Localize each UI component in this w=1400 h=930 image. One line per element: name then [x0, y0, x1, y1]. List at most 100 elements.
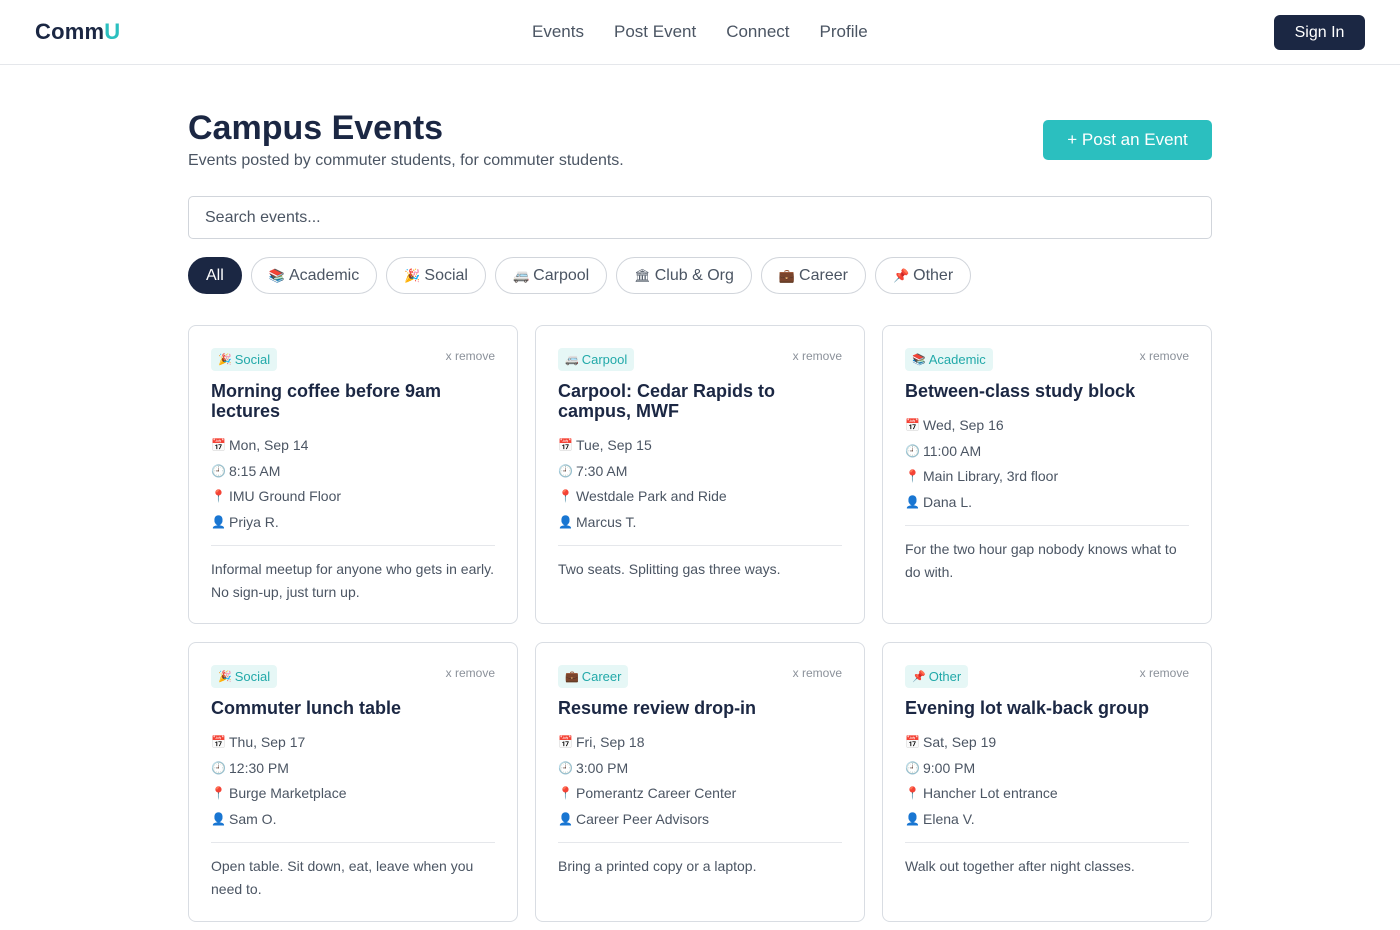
event-card: 💼 Career x remove Resume review drop-in 📅 Fri…	[535, 642, 865, 922]
main-content: Campus Events Events posted by commuter …	[188, 108, 1212, 922]
event-card: 📌 Other x remove Evening lot walk-back grou…	[882, 642, 1212, 922]
post-event-button[interactable]: + Post an Event	[1043, 120, 1212, 160]
clock-icon: 🕘	[905, 760, 920, 775]
remove-event-button[interactable]: x remove	[1140, 349, 1189, 363]
person-icon: 👤	[211, 811, 226, 826]
calendar-icon: 📅	[558, 437, 573, 452]
remove-event-button[interactable]: x remove	[446, 666, 495, 680]
filter-chip-label: Academic	[288, 266, 360, 284]
clock-icon: 🕘	[558, 760, 573, 775]
filter-chip-label: Carpool	[533, 266, 590, 284]
filter-chip-career[interactable]: 💼 Career	[760, 257, 866, 294]
category-emoji-icon: 💼	[565, 671, 579, 683]
event-date-row: 📅 Mon, Sep 14	[211, 432, 495, 458]
event-title: Carpool: Cedar Rapids to campus, MWF	[558, 381, 776, 421]
event-card: 🚐 Carpool x remove Carpool: Cedar Rapids to…	[535, 325, 865, 624]
event-time: 9:00 PM	[923, 759, 976, 776]
nav-events[interactable]: Events	[532, 22, 584, 42]
event-title: Between-class study block	[905, 381, 1136, 401]
event-meta: 📅 Fri, Sep 18 🕘 3:00 PM 📍 Pomerantz Career Ce…	[558, 729, 842, 832]
event-card: 🎉 Social x remove Commuter lunch table 📅 Thu,…	[188, 642, 518, 922]
event-time-row: 🕘 8:15 AM	[211, 458, 495, 484]
remove-event-button[interactable]: x remove	[793, 349, 842, 363]
event-host: Career Peer Advisors	[576, 810, 710, 827]
event-location: IMU Ground Floor	[229, 488, 342, 505]
event-location: Main Library, 3rd floor	[923, 468, 1059, 485]
person-icon: 👤	[905, 811, 920, 826]
category-tag: 🎉 Social	[211, 348, 278, 371]
filter-chip-academic[interactable]: 📚 Academic	[250, 257, 378, 294]
category-tag: 🎉 Social	[211, 665, 278, 688]
event-time-row: 🕘 7:30 AM	[558, 458, 842, 484]
filter-chip-carpool[interactable]: 🚐 Carpool	[494, 257, 608, 294]
event-host-row: 👤 Sam O.	[211, 806, 495, 832]
card-divider	[558, 841, 842, 843]
person-icon: 👤	[558, 514, 573, 529]
event-location: Westdale Park and Ride	[576, 488, 727, 505]
event-date: Sat, Sep 19	[923, 733, 997, 750]
filter-emoji-icon: 📚	[268, 267, 285, 283]
category-tag-label: Other	[928, 669, 962, 684]
event-time-row: 🕘 12:30 PM	[211, 755, 495, 781]
event-host: Dana L.	[923, 493, 973, 510]
nav-post-event[interactable]: Post Event	[614, 22, 696, 42]
event-location: Pomerantz Career Center	[576, 785, 737, 802]
filter-emoji-icon: 🏛	[634, 267, 651, 283]
event-time: 8:15 AM	[229, 462, 281, 479]
event-meta: 📅 Mon, Sep 14 🕘 8:15 AM 📍 IMU Ground Floor 👤 Pr…	[211, 432, 495, 535]
filter-chip-label: Career	[799, 266, 848, 284]
remove-event-button[interactable]: x remove	[793, 666, 842, 680]
calendar-icon: 📅	[905, 417, 920, 432]
event-title: Commuter lunch table	[211, 698, 402, 718]
main-nav: Events Post Event Connect Profile	[532, 22, 868, 42]
filter-chip-all[interactable]: All	[188, 257, 242, 294]
filter-chip-club-org[interactable]: 🏛 Club & Org	[616, 257, 752, 294]
category-emoji-icon: 🎉	[218, 354, 232, 366]
category-emoji-icon: 📌	[912, 671, 926, 683]
location-pin-icon: 📍	[211, 489, 226, 504]
calendar-icon: 📅	[211, 437, 226, 452]
app-logo[interactable]: CommU	[35, 19, 120, 45]
event-meta: 📅 Wed, Sep 16 🕘 11:00 AM 📍 Main Library, 3rd …	[905, 412, 1189, 515]
location-pin-icon: 📍	[905, 469, 920, 484]
category-tag: 📌 Other	[905, 665, 969, 688]
event-host-row: 👤 Priya R.	[211, 509, 495, 535]
sign-in-button[interactable]: Sign In	[1274, 15, 1365, 50]
category-tag-label: Social	[234, 352, 271, 367]
remove-event-button[interactable]: x remove	[1140, 666, 1189, 680]
event-meta: 📅 Thu, Sep 17 🕘 12:30 PM 📍 Burge Marketplace 👤…	[211, 729, 495, 832]
location-pin-icon: 📍	[558, 489, 573, 504]
event-date: Fri, Sep 18	[576, 733, 645, 750]
clock-icon: 🕘	[211, 463, 226, 478]
event-date: Wed, Sep 16	[923, 416, 1004, 433]
event-time: 12:30 PM	[229, 759, 289, 776]
event-title: Evening lot walk-back group	[905, 698, 1150, 718]
filter-emoji-icon: 💼	[778, 267, 796, 283]
remove-event-button[interactable]: x remove	[446, 349, 495, 363]
filter-emoji-icon: 🚐	[512, 267, 530, 283]
filter-chip-label: All	[206, 266, 224, 284]
event-host-row: 👤 Marcus T.	[558, 509, 842, 535]
clock-icon: 🕘	[211, 760, 226, 775]
event-location: Hancher Lot entrance	[923, 785, 1058, 802]
event-description: Walk out together after night classes.	[905, 857, 1135, 874]
event-time: 7:30 AM	[576, 462, 628, 479]
event-description: Informal meetup for anyone who gets in e…	[211, 560, 495, 600]
event-card: 🎉 Social x remove Morning coffee before 9am…	[188, 325, 518, 624]
nav-profile[interactable]: Profile	[820, 22, 868, 42]
filter-chip-social[interactable]: 🎉 Social	[386, 257, 486, 294]
card-divider	[558, 544, 842, 546]
event-title: Morning coffee before 9am lectures	[211, 381, 442, 421]
event-host: Elena V.	[923, 810, 975, 827]
filter-chip-other[interactable]: 📌 Other	[874, 257, 972, 294]
nav-connect[interactable]: Connect	[726, 22, 789, 42]
event-location-row: 📍 Pomerantz Career Center	[558, 780, 842, 806]
category-filters: All 📚 Academic 🎉 Social 🚐 Carpool 🏛 Club & Org 💼 C…	[188, 257, 972, 294]
location-pin-icon: 📍	[905, 786, 920, 801]
event-date-row: 📅 Fri, Sep 18	[558, 729, 842, 755]
event-date-row: 📅 Sat, Sep 19	[905, 729, 1189, 755]
category-tag-label: Career	[581, 669, 622, 684]
event-location-row: 📍 Hancher Lot entrance	[905, 780, 1189, 806]
category-tag: 💼 Career	[558, 665, 629, 688]
search-input[interactable]	[188, 196, 1212, 239]
